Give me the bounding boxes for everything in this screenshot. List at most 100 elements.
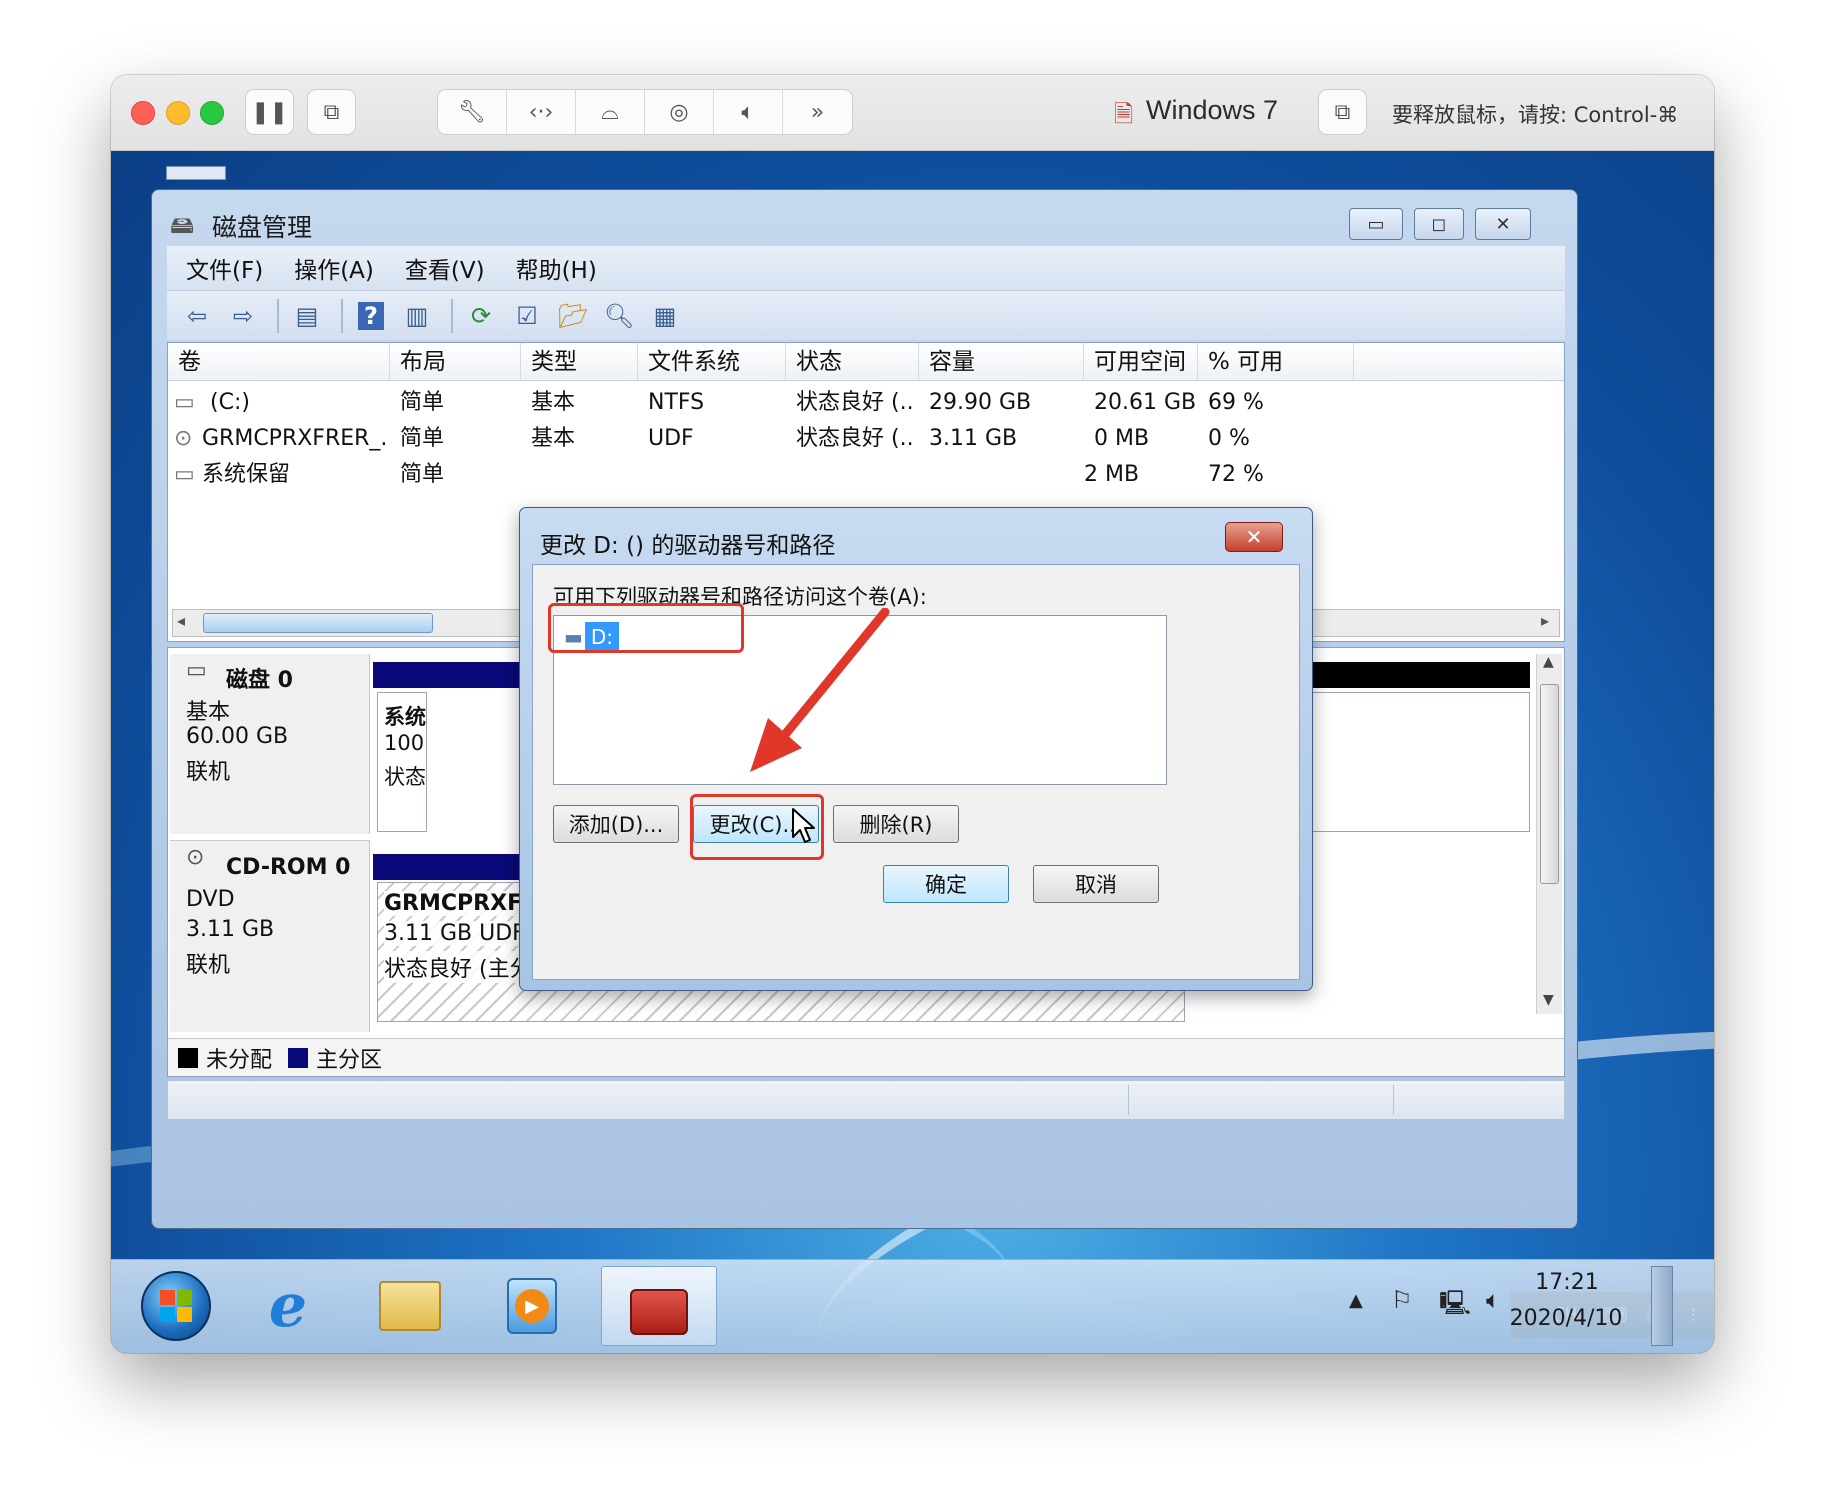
disk-kind: 基本 [186, 700, 231, 725]
disk-state: 联机 [186, 760, 231, 785]
windows-desktop: 🖴 磁盘管理 ▭ ◻ ✕ 文件(F) 操作(A) 查看(V) 帮助(H) ⇦ ⇨… [111, 151, 1714, 1353]
drive-icon: ▭ [174, 390, 195, 415]
cell-volume: (C:) [210, 390, 250, 415]
clock-time[interactable]: 17:21 [1507, 1270, 1627, 1295]
scroll-right-icon[interactable]: ▸ [1541, 611, 1549, 630]
maximize-button[interactable]: ◻ [1414, 208, 1464, 240]
close-button[interactable]: ✕ [1475, 208, 1531, 240]
disk-management-icon: 🖴 [170, 211, 195, 239]
snapshot-button[interactable]: ⧉ [307, 89, 356, 135]
unallocated-swatch [178, 1047, 198, 1068]
cell-status: 状态良好 (... [796, 426, 914, 451]
start-button[interactable] [121, 1266, 231, 1346]
menu-view[interactable]: 查看(V) [405, 251, 485, 285]
disk-settings-button[interactable]: ▦ [645, 297, 685, 335]
more-button[interactable]: » [783, 90, 852, 134]
code-button[interactable]: ‹·› [507, 90, 576, 134]
forward-button[interactable]: ⇨ [223, 297, 263, 335]
vertical-scrollbar[interactable]: ▲ ▼ [1536, 654, 1562, 1014]
taskbar-explorer[interactable] [355, 1266, 465, 1346]
column-percent-free[interactable]: % 可用 [1198, 343, 1354, 381]
add-button[interactable]: 添加(D)... [553, 805, 679, 843]
console-tree-button[interactable]: ▤ [287, 297, 327, 335]
column-layout[interactable]: 布局 [390, 343, 521, 381]
scroll-up-icon[interactable]: ▲ [1543, 654, 1554, 670]
refresh-button[interactable]: ⟳ [461, 297, 501, 335]
column-capacity[interactable]: 容量 [919, 343, 1084, 381]
column-type[interactable]: 类型 [521, 343, 638, 381]
taskbar-computer-management[interactable] [601, 1266, 717, 1346]
column-extra[interactable] [1354, 343, 1564, 381]
window-mode-icon: ⧉ [1334, 99, 1351, 125]
zoom-light-icon[interactable] [200, 101, 224, 125]
show-desktop-button[interactable] [1651, 1266, 1673, 1346]
change-drive-letter-dialog: 更改 D: () 的驱动器号和路径 ✕ 可用下列驱动器号和路径访问这个卷(A):… [519, 507, 1313, 991]
menu-action[interactable]: 操作(A) [294, 251, 374, 285]
system-reserved-partition[interactable]: 系统 100 状态 [377, 692, 427, 832]
cancel-button[interactable]: 取消 [1033, 865, 1159, 903]
help-button[interactable]: ? [351, 297, 391, 335]
show-hidden-icons[interactable]: ▲ [1349, 1290, 1363, 1311]
taskbar-ie[interactable]: e [233, 1266, 343, 1346]
scroll-left-icon[interactable]: ◂ [177, 611, 185, 630]
clock-date[interactable]: 2020/4/10 [1486, 1306, 1646, 1331]
release-mouse-hint: 要释放鼠标，请按: Control-⌘ [1392, 103, 1679, 127]
cell-filesystem: NTFS [648, 390, 705, 415]
network-icon[interactable]: 🖳︎ [1439, 1286, 1471, 1327]
code-icon: ‹·› [528, 99, 554, 125]
properties-button[interactable]: ☑ [507, 297, 547, 335]
table-row[interactable]: ▭ (C:) 简单 基本 NTFS 状态良好 (... 29.90 GB 20.… [168, 385, 1564, 421]
cell-type: 基本 [531, 426, 576, 451]
minimize-light-icon[interactable] [166, 101, 190, 125]
partition-title: 系统 [384, 705, 426, 729]
forward-arrow-icon: ⇨ [232, 301, 254, 330]
vm-device-toolbar: 🔧︎ ‹·› ⌓ ◎ 🔈︎ » [437, 89, 853, 135]
camera-button[interactable]: ◎ [645, 90, 714, 134]
settings-button[interactable]: 🔧︎ [438, 90, 507, 134]
column-status[interactable]: 状态 [786, 343, 919, 381]
back-arrow-icon: ⇦ [186, 301, 208, 330]
minimize-button[interactable]: ▭ [1349, 208, 1403, 240]
action-pane-button[interactable]: ▥ [397, 297, 437, 335]
action-center-flag-icon[interactable]: ⚐ [1391, 1286, 1413, 1314]
cell-free: 0 MB [1094, 426, 1150, 451]
drive-icon: ⌓ [601, 99, 619, 125]
menu-file[interactable]: 文件(F) [186, 251, 263, 285]
toolbar-separator [451, 298, 453, 333]
disk-management-window: 🖴 磁盘管理 ▭ ◻ ✕ 文件(F) 操作(A) 查看(V) 帮助(H) ⇦ ⇨… [151, 189, 1578, 1229]
close-light-icon[interactable] [131, 101, 155, 125]
dialog-close-button[interactable]: ✕ [1225, 522, 1283, 552]
remove-button[interactable]: 删除(R) [833, 805, 959, 843]
taskbar-media-player[interactable]: ▶ [477, 1266, 587, 1346]
menu-help[interactable]: 帮助(H) [516, 251, 597, 285]
drive-button[interactable]: ⌓ [576, 90, 645, 134]
window-mode-button[interactable]: ⧉ [1318, 89, 1367, 135]
disk0-info[interactable]: ▭ 磁盘 0 基本 60.00 GB 联机 [170, 654, 370, 834]
computer-management-icon [630, 1289, 688, 1335]
speaker-icon: 🔈︎ [741, 99, 755, 125]
magnifier-icon: 🔍︎ [603, 301, 635, 330]
cell-layout: 简单 [400, 390, 445, 415]
ok-button[interactable]: 确定 [883, 865, 1009, 903]
cell-volume: GRMCPRXFRER_... [202, 426, 388, 451]
status-bar [167, 1080, 1565, 1120]
cell-percent: 69 % [1208, 390, 1264, 415]
scrollbar-thumb[interactable] [203, 613, 433, 633]
scroll-down-icon[interactable]: ▼ [1543, 992, 1554, 1008]
scrollbar-thumb[interactable] [1540, 684, 1559, 884]
cdrom0-info[interactable]: ⊙ CD-ROM 0 DVD 3.11 GB 联机 [170, 840, 370, 1032]
ie-icon: e [268, 1271, 308, 1341]
pause-button[interactable]: ❚❚ [245, 89, 294, 135]
volume-list-header: 卷 布局 类型 文件系统 状态 容量 可用空间 % 可用 [168, 343, 1564, 381]
column-volume[interactable]: 卷 [168, 343, 390, 381]
partition-size: 3.11 GB UDF [384, 921, 525, 946]
explore-button[interactable]: 🔍︎ [599, 297, 639, 335]
column-free-space[interactable]: 可用空间 [1084, 343, 1198, 381]
table-row[interactable]: ⊙ GRMCPRXFRER_... 简单 基本 UDF 状态良好 (... 3.… [168, 421, 1564, 457]
column-filesystem[interactable]: 文件系统 [638, 343, 786, 381]
mac-titlebar: ❚❚ ⧉ 🔧︎ ‹·› ⌓ ◎ 🔈︎ » 🗎 Windows 7 ⧉ 要释放鼠标… [111, 75, 1714, 151]
open-button[interactable]: 📂︎ [553, 297, 593, 335]
table-row[interactable]: ▭ 系统保留 简单 2 MB 72 % [168, 457, 1564, 493]
sound-button[interactable]: 🔈︎ [714, 90, 783, 134]
back-button[interactable]: ⇦ [177, 297, 217, 335]
